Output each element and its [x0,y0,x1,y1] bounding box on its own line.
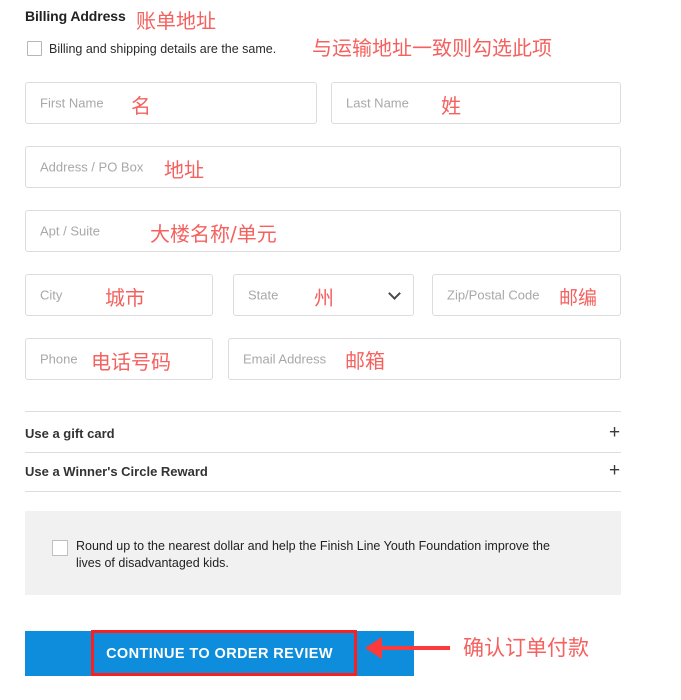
page-title: Billing Address [25,8,126,24]
annotation-zip: 邮编 [559,287,598,309]
email-placeholder: Email Address [243,351,327,367]
same-as-shipping-checkbox[interactable] [27,41,42,56]
annotation-arrow-head [365,637,382,659]
annotation-state: 州 [314,286,334,310]
phone-placeholder: Phone [40,351,78,367]
apt-suite-placeholder: Apt / Suite [40,223,100,239]
divider-middle [25,452,621,453]
address-placeholder: Address / PO Box [40,159,144,175]
last-name-input[interactable]: Last Name [331,82,621,124]
billing-address-page: Billing Address 账单地址 Billing and shippin… [0,0,681,700]
continue-to-order-review-label: CONTINUE TO ORDER REVIEW [106,645,333,662]
continue-to-order-review-button[interactable]: CONTINUE TO ORDER REVIEW [25,631,414,676]
last-name-placeholder: Last Name [346,95,409,111]
plus-icon: + [609,460,621,481]
zip-placeholder: Zip/Postal Code [447,287,540,303]
accordion-winners-circle-label: Use a Winner's Circle Reward [25,464,208,479]
accordion-gift-card[interactable]: Use a gift card + [25,422,621,452]
same-as-shipping-label: Billing and shipping details are the sam… [49,42,277,56]
email-input[interactable]: Email Address [228,338,621,380]
first-name-placeholder: First Name [40,95,104,111]
divider-top [25,411,621,412]
annotation-last-name: 姓 [441,94,461,118]
roundup-label: Round up to the nearest dollar and help … [76,539,550,570]
city-placeholder: City [40,287,63,303]
annotation-cta: 确认订单付款 [463,636,589,660]
state-placeholder: State [248,287,279,303]
accordion-winners-circle-reward[interactable]: Use a Winner's Circle Reward + [25,460,621,491]
annotation-billing-address-title: 账单地址 [136,9,216,33]
apt-suite-input[interactable]: Apt / Suite [25,210,621,252]
plus-icon: + [609,422,621,443]
annotation-same-as-shipping: 与运输地址一致则勾选此项 [312,36,552,60]
annotation-apt-suite: 大楼名称/单元 [150,222,277,246]
annotation-first-name: 名 [131,94,151,118]
address-input[interactable]: Address / PO Box [25,146,621,188]
annotation-city: 城市 [105,286,145,310]
first-name-input[interactable]: First Name [25,82,317,124]
divider-bottom [25,491,621,492]
roundup-checkbox[interactable] [52,540,68,556]
annotation-arrow-line [382,646,450,650]
annotation-address: 地址 [164,158,204,182]
accordion-gift-card-label: Use a gift card [25,426,115,441]
annotation-email: 邮箱 [345,349,385,373]
annotation-phone: 电话号码 [91,350,171,374]
chevron-down-icon [388,287,401,300]
